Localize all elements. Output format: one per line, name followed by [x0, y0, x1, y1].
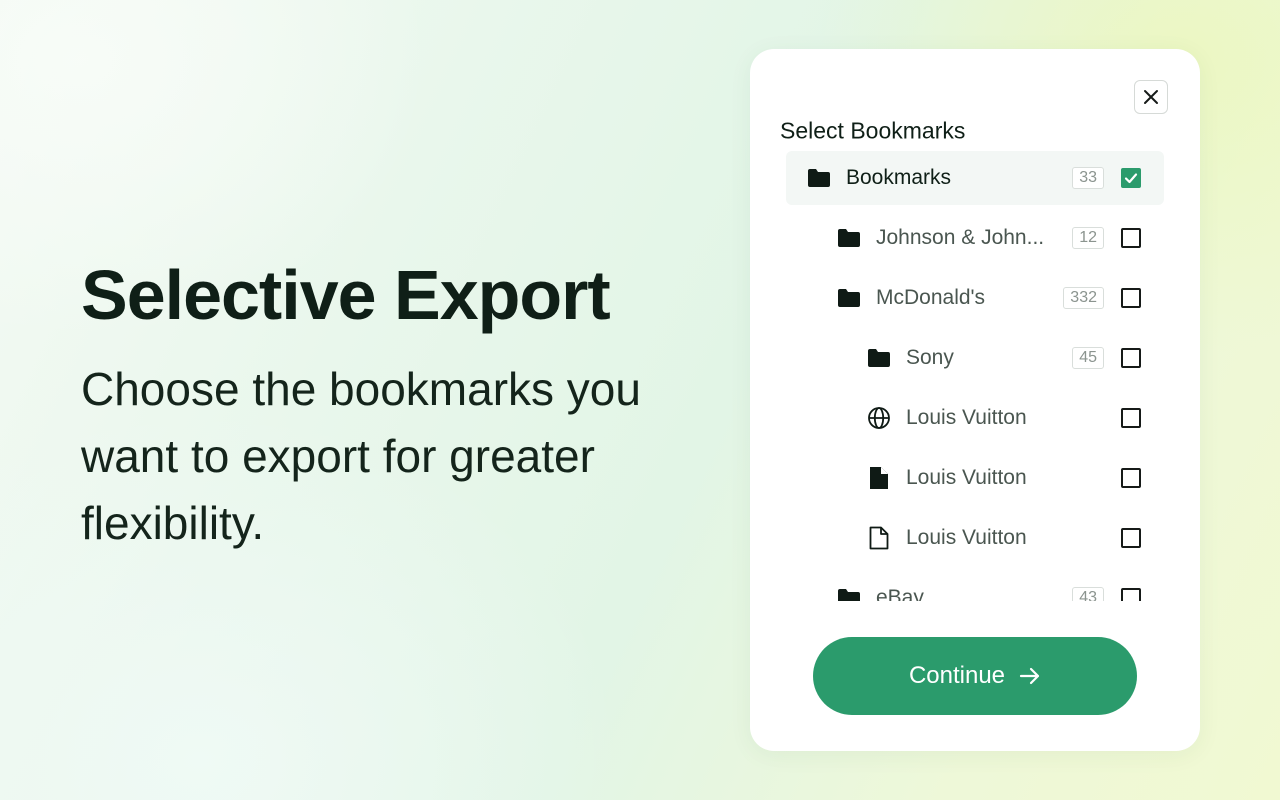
tree-item-label: Johnson & John... [876, 226, 1045, 249]
tree-item-louis-vuitton-link[interactable]: Louis Vuitton [786, 391, 1164, 445]
folder-icon [866, 345, 892, 371]
item-checkbox[interactable] [1121, 288, 1141, 308]
item-checkbox[interactable] [1121, 228, 1141, 248]
checkmark-icon [1124, 173, 1138, 184]
document-filled-icon [866, 465, 892, 491]
tree-item-label: McDonald's [876, 286, 986, 309]
bookmark-count: 332 [1063, 287, 1104, 309]
bookmark-tree[interactable]: Bookmarks 33 Johnson & John... 12 McDona… [786, 151, 1164, 601]
item-checkbox[interactable] [1121, 588, 1141, 601]
tree-item-label: Bookmarks [846, 166, 952, 189]
item-checkbox[interactable] [1121, 468, 1141, 488]
hero-section: Selective Export Choose the bookmarks yo… [81, 252, 681, 557]
tree-item-sony[interactable]: Sony 45 [786, 331, 1164, 385]
select-bookmarks-dialog: Select Bookmarks Bookmarks 33 Johnson & … [750, 49, 1200, 751]
folder-icon [806, 165, 832, 191]
document-outline-icon [866, 525, 892, 551]
tree-item-label: Louis Vuitton [906, 406, 1027, 429]
tree-item-label: Sony [906, 346, 954, 369]
globe-icon [866, 405, 892, 431]
tree-item-ebay[interactable]: eBay 43 [786, 571, 1164, 601]
tree-item-louis-vuitton-doc[interactable]: Louis Vuitton [786, 451, 1164, 505]
item-checkbox[interactable] [1121, 408, 1141, 428]
bookmark-count: 43 [1072, 587, 1104, 601]
hero-description: Choose the bookmarks you want to export … [81, 363, 641, 549]
tree-item-label: Louis Vuitton [906, 466, 1027, 489]
dialog-title: Select Bookmarks [780, 117, 966, 144]
item-checkbox[interactable] [1121, 168, 1141, 188]
tree-item-bookmarks[interactable]: Bookmarks 33 [786, 151, 1164, 205]
tree-item-mcdonalds[interactable]: McDonald's 332 [786, 271, 1164, 325]
item-checkbox[interactable] [1121, 348, 1141, 368]
tree-item-louis-vuitton-page[interactable]: Louis Vuitton [786, 511, 1164, 565]
bookmark-count: 33 [1072, 167, 1104, 189]
hero-title: Selective Export [81, 256, 611, 334]
folder-icon [836, 585, 862, 601]
tree-item-label: Louis Vuitton [906, 526, 1027, 549]
folder-icon [836, 225, 862, 251]
bookmark-count: 45 [1072, 347, 1104, 369]
continue-button[interactable]: Continue [813, 637, 1137, 715]
folder-icon [836, 285, 862, 311]
close-icon [1144, 90, 1158, 104]
tree-item-johnson[interactable]: Johnson & John... 12 [786, 211, 1164, 265]
item-checkbox[interactable] [1121, 528, 1141, 548]
close-button[interactable] [1134, 80, 1168, 114]
tree-item-label: eBay [876, 586, 924, 601]
bookmark-count: 12 [1072, 227, 1104, 249]
arrow-right-icon [1019, 667, 1040, 685]
continue-label: Continue [908, 662, 1006, 689]
